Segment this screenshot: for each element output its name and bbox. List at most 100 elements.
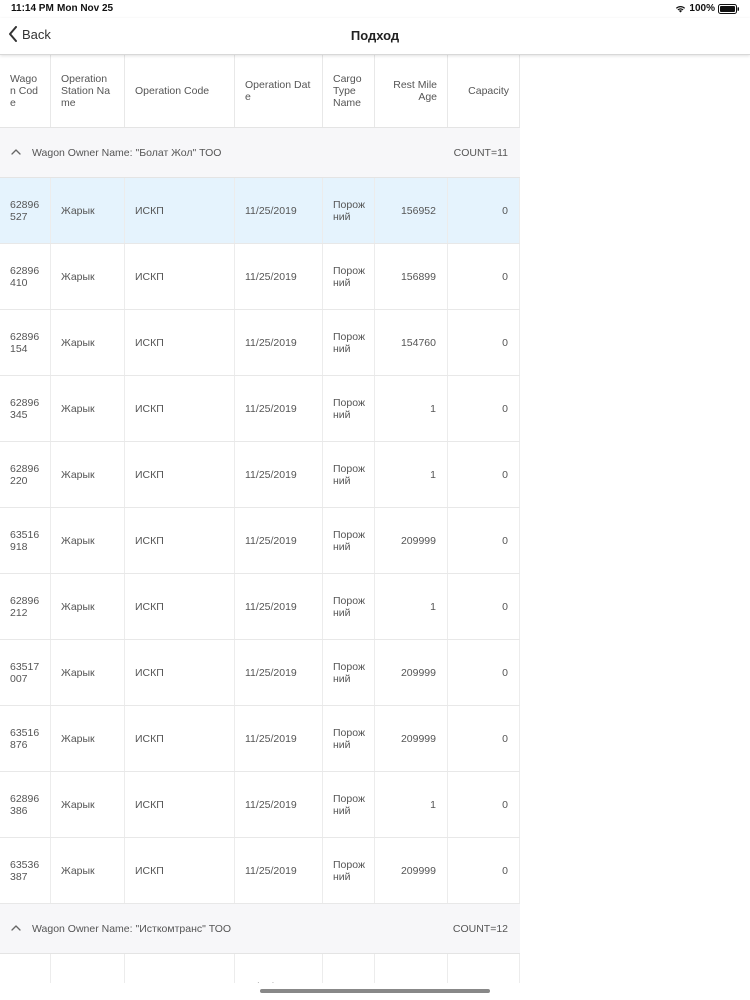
cell-rest-mile-age: 1 xyxy=(375,442,448,507)
column-header-capacity[interactable]: Capacity xyxy=(448,55,520,127)
cell-station-name: Жарык xyxy=(51,178,125,243)
status-bar: 11:14 PM Mon Nov 25 100% xyxy=(0,0,750,18)
cell-operation-code: ИСКП xyxy=(125,954,235,983)
group-count: COUNT=11 xyxy=(453,147,508,159)
cell-rest-mile-age: 154760 xyxy=(375,310,448,375)
battery-icon xyxy=(718,3,739,14)
cell-operation-date: 11/25/2019 xyxy=(235,640,323,705)
cell-capacity: 0 xyxy=(448,574,520,639)
group-title: Wagon Owner Name: "Исткомтранс" ТОО xyxy=(32,923,232,935)
cell-station-name: Жарык xyxy=(51,574,125,639)
cell-wagon-code: 62896212 xyxy=(0,574,51,639)
cell-station-name: Жарык xyxy=(51,376,125,441)
cell-cargo-type: Порожний xyxy=(323,838,375,903)
cell-wagon-code: 57426 xyxy=(0,954,51,983)
cell-station-name: Жарык xyxy=(51,508,125,573)
cell-cargo-type: Порожний xyxy=(323,574,375,639)
cell-cargo-type: Порожний xyxy=(323,706,375,771)
table-row[interactable]: 62896527 Жарык ИСКП 11/25/2019 Порожний 15695… xyxy=(0,178,520,244)
cell-rest-mile-age: 50000 xyxy=(375,954,448,983)
cell-operation-date: 11/25/2019 xyxy=(235,772,323,837)
battery-percent: 100% xyxy=(689,3,715,14)
cell-rest-mile-age: 1 xyxy=(375,376,448,441)
cell-wagon-code: 62896154 xyxy=(0,310,51,375)
group-count: COUNT=12 xyxy=(452,923,508,935)
table-row[interactable]: 62896212 Жарык ИСКП 11/25/2019 Порожний 1 0 xyxy=(0,574,520,640)
cell-cargo-type: Порожний xyxy=(323,244,375,309)
cell-operation-code: ИСКП xyxy=(125,574,235,639)
cell-wagon-code: 62896220 xyxy=(0,442,51,507)
table-row[interactable]: 62896410 Жарык ИСКП 11/25/2019 Порожний 15689… xyxy=(0,244,520,310)
cell-wagon-code: 62896345 xyxy=(0,376,51,441)
cell-capacity: 0 xyxy=(448,508,520,573)
data-grid[interactable]: Wagon Code Operation Station Name Operat… xyxy=(0,55,520,983)
cell-wagon-code: 63516918 xyxy=(0,508,51,573)
table-row[interactable]: 62896220 Жарык ИСКП 11/25/2019 Порожний 1 0 xyxy=(0,442,520,508)
cell-operation-code: ИСКП xyxy=(125,508,235,573)
table-row[interactable]: 62896345 Жарык ИСКП 11/25/2019 Порожний 1 0 xyxy=(0,376,520,442)
table-row[interactable]: 63517007 Жарык ИСКП 11/25/2019 Порожний 20999… xyxy=(0,640,520,706)
cell-wagon-code: 63516876 xyxy=(0,706,51,771)
cell-wagon-code: 62896410 xyxy=(0,244,51,309)
cell-cargo-type: Порожний xyxy=(323,376,375,441)
cell-operation-code: ИСКП xyxy=(125,178,235,243)
cell-cargo-type: Порожний xyxy=(323,310,375,375)
table-row[interactable]: 62896386 Жарык ИСКП 11/25/2019 Порожний 1 0 xyxy=(0,772,520,838)
cell-capacity: 0 xyxy=(448,954,520,983)
cell-capacity: 0 xyxy=(448,640,520,705)
table-row[interactable]: 63536387 Жарык ИСКП 11/25/2019 Порожний 20999… xyxy=(0,838,520,904)
cell-wagon-code: 63517007 xyxy=(0,640,51,705)
table-body: Wagon Owner Name: "Болат Жол" ТОО COUNT=1… xyxy=(0,128,520,983)
cell-operation-date: 11/25/2019 xyxy=(235,178,323,243)
cell-operation-code: ИСКП xyxy=(125,244,235,309)
cell-cargo-type: Порожний xyxy=(323,178,375,243)
column-header-rest-mile-age[interactable]: Rest Mile Age xyxy=(375,55,448,127)
column-header-wagon-code[interactable]: Wagon Code xyxy=(0,55,51,127)
table-row[interactable]: 63516876 Жарык ИСКП 11/25/2019 Порожний 20999… xyxy=(0,706,520,772)
cell-wagon-code: 62896386 xyxy=(0,772,51,837)
cell-station-name: Жарык xyxy=(51,772,125,837)
column-header-operation-date[interactable]: Operation Date xyxy=(235,55,323,127)
cell-rest-mile-age: 156952 xyxy=(375,178,448,243)
table-row[interactable]: 63516918 Жарык ИСКП 11/25/2019 Порожний 20999… xyxy=(0,508,520,574)
column-header-operation-code[interactable]: Operation Code xyxy=(125,55,235,127)
table-header: Wagon Code Operation Station Name Operat… xyxy=(0,55,520,128)
chevron-up-icon[interactable] xyxy=(11,148,21,155)
cell-capacity: 0 xyxy=(448,178,520,243)
table-row[interactable]: 57426КарагандИСКП11/25/2019Топл500000 xyxy=(0,954,520,983)
cell-rest-mile-age: 1 xyxy=(375,772,448,837)
cell-operation-date: 11/25/2019 xyxy=(235,310,323,375)
cell-capacity: 0 xyxy=(448,310,520,375)
cell-operation-code: ИСКП xyxy=(125,772,235,837)
group-header-row[interactable]: Wagon Owner Name: "Болат Жол" ТОО COUNT=1… xyxy=(0,128,520,178)
cell-cargo-type: Порожний xyxy=(323,508,375,573)
column-header-cargo-type-name[interactable]: Cargo Type Name xyxy=(323,55,375,127)
cell-capacity: 0 xyxy=(448,442,520,507)
cell-operation-date: 11/25/2019 xyxy=(235,376,323,441)
cell-cargo-type: Порожний xyxy=(323,442,375,507)
cell-wagon-code: 62896527 xyxy=(0,178,51,243)
cell-station-name: Жарык xyxy=(51,310,125,375)
cell-operation-code: ИСКП xyxy=(125,376,235,441)
cell-capacity: 0 xyxy=(448,376,520,441)
cell-operation-code: ИСКП xyxy=(125,310,235,375)
cell-operation-date: 11/25/2019 xyxy=(235,838,323,903)
status-date: Mon Nov 25 xyxy=(57,3,114,14)
cell-operation-date: 11/25/2019 xyxy=(235,706,323,771)
cell-capacity: 0 xyxy=(448,706,520,771)
status-time: 11:14 PM xyxy=(11,3,54,14)
cell-rest-mile-age: 209999 xyxy=(375,706,448,771)
home-indicator[interactable] xyxy=(260,989,490,993)
cell-operation-date: 11/25/2019 xyxy=(235,442,323,507)
cell-capacity: 0 xyxy=(448,838,520,903)
table-row[interactable]: 62896154 Жарык ИСКП 11/25/2019 Порожний 15476… xyxy=(0,310,520,376)
cell-operation-code: ИСКП xyxy=(125,838,235,903)
cell-operation-code: ИСКП xyxy=(125,706,235,771)
cell-station-name: Жарык xyxy=(51,442,125,507)
cell-cargo-type: Порожний xyxy=(323,640,375,705)
column-header-operation-station-name[interactable]: Operation Station Name xyxy=(51,55,125,127)
chevron-up-icon[interactable] xyxy=(11,924,21,931)
cell-station-name: Жарык xyxy=(51,838,125,903)
cell-cargo-type: Порожний xyxy=(323,772,375,837)
group-header-row[interactable]: Wagon Owner Name: "Исткомтранс" ТОО COUNT… xyxy=(0,904,520,954)
